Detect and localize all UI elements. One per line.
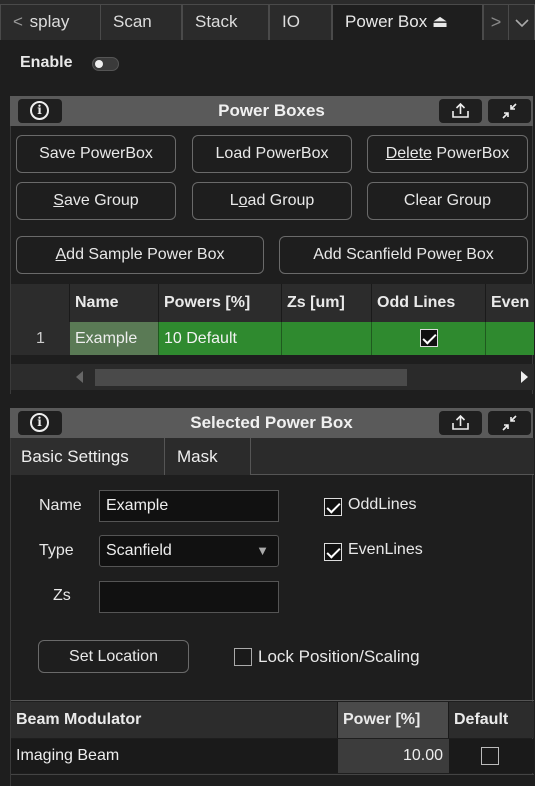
- export-button[interactable]: [439, 99, 482, 123]
- type-select-value: Scanfield: [106, 542, 172, 559]
- odd-lines-label: OddLines: [348, 496, 417, 513]
- cell-odd-lines[interactable]: [372, 322, 486, 355]
- export-button[interactable]: [439, 411, 482, 435]
- name-field[interactable]: Example: [99, 490, 279, 522]
- row-index: 1: [11, 322, 70, 355]
- even-lines-checkbox[interactable]: [324, 543, 342, 561]
- save-group-button[interactable]: Save Group: [16, 182, 176, 220]
- table-corner: [11, 284, 70, 322]
- selected-power-box-header: Selected Power Box i: [10, 408, 533, 438]
- column-header-name[interactable]: Name: [70, 284, 159, 322]
- add-scanfield-power-box-button[interactable]: Add Scanfield Power Box: [279, 236, 528, 274]
- beam-power-cell[interactable]: 10.00: [338, 739, 449, 773]
- set-location-button[interactable]: Set Location: [38, 640, 189, 673]
- lock-position-label: Lock Position/Scaling: [258, 647, 420, 666]
- collapse-button[interactable]: [488, 411, 531, 435]
- column-header-odd-lines[interactable]: Odd Lines: [372, 284, 486, 322]
- load-powerbox-button[interactable]: Load PowerBox: [192, 135, 352, 173]
- scrollbar-thumb[interactable]: [95, 369, 407, 386]
- info-icon: i: [30, 101, 49, 120]
- tab-scan[interactable]: Scan: [100, 4, 182, 40]
- column-header-power[interactable]: Power [%]: [338, 702, 449, 738]
- power-box-table: Name Powers [%] Zs [um] Odd Lines Even 1…: [11, 284, 534, 392]
- even-lines-label: EvenLines: [348, 541, 423, 558]
- tab-bar: < splay Scan Stack IO Power Box ⏏ >: [0, 0, 535, 40]
- tab-mask[interactable]: Mask: [165, 438, 251, 475]
- zs-field[interactable]: [99, 581, 279, 613]
- scroll-left-icon[interactable]: [76, 371, 83, 383]
- cell-zs[interactable]: [282, 322, 372, 355]
- cell-powers[interactable]: 10 Default: [159, 322, 282, 355]
- type-label: Type: [39, 542, 74, 559]
- info-button[interactable]: i: [18, 99, 62, 123]
- chevron-down-icon[interactable]: [508, 4, 535, 40]
- add-sample-power-box-button[interactable]: Add Sample Power Box: [16, 236, 264, 274]
- load-group-button[interactable]: Load Group: [192, 182, 352, 220]
- beam-name-cell: Imaging Beam: [11, 739, 338, 773]
- power-boxes-panel: Save PowerBox Load PowerBox Delete Power…: [10, 126, 534, 394]
- tab-display[interactable]: < splay: [0, 4, 101, 40]
- divider: [11, 700, 534, 701]
- table-footer: [11, 774, 534, 786]
- tab-stack[interactable]: Stack: [182, 4, 269, 40]
- tab-io[interactable]: IO: [269, 4, 332, 40]
- name-label: Name: [39, 497, 82, 514]
- column-header-beam-modulator[interactable]: Beam Modulator: [11, 702, 338, 738]
- info-button[interactable]: i: [18, 411, 62, 435]
- column-header-even[interactable]: Even: [486, 284, 534, 322]
- tab-basic-settings[interactable]: Basic Settings: [11, 438, 165, 475]
- tab-power-box[interactable]: Power Box ⏏: [332, 4, 483, 40]
- column-header-zs[interactable]: Zs [um]: [282, 284, 372, 322]
- collapse-icon: [502, 103, 517, 119]
- dropdown-arrow-icon: ▼: [256, 543, 269, 558]
- scroll-right-icon[interactable]: [521, 371, 528, 383]
- cell-name[interactable]: Example: [70, 322, 159, 355]
- beam-default-cell[interactable]: [449, 739, 534, 773]
- odd-lines-checkbox[interactable]: [324, 498, 342, 516]
- column-header-default[interactable]: Default: [449, 702, 534, 738]
- cell-even-lines[interactable]: [486, 322, 534, 355]
- column-header-powers[interactable]: Powers [%]: [159, 284, 282, 322]
- chevron-right-icon[interactable]: >: [483, 4, 509, 40]
- collapse-button[interactable]: [488, 99, 531, 123]
- lock-position-checkbox[interactable]: [234, 648, 252, 666]
- enable-label: Enable: [20, 54, 73, 71]
- delete-powerbox-button[interactable]: Delete PowerBox: [367, 135, 528, 173]
- info-icon: i: [30, 413, 49, 432]
- enable-toggle[interactable]: [92, 57, 119, 71]
- horizontal-scrollbar[interactable]: [70, 364, 534, 390]
- type-select[interactable]: Scanfield ▼: [99, 535, 279, 567]
- clear-group-button[interactable]: Clear Group: [367, 182, 528, 220]
- chevron-left-icon[interactable]: <: [13, 12, 23, 31]
- collapse-icon: [502, 415, 517, 431]
- export-icon: [452, 102, 469, 118]
- scrollbar-corner: [11, 364, 70, 390]
- default-checkbox[interactable]: [481, 747, 499, 765]
- zs-label: Zs: [53, 587, 71, 604]
- power-boxes-header: Power Boxes i: [10, 96, 533, 126]
- selected-power-box-panel: Basic Settings Mask Name Example Type Sc…: [10, 438, 534, 786]
- export-icon: [452, 414, 469, 430]
- eject-icon[interactable]: ⏏: [432, 12, 448, 31]
- odd-lines-checkbox[interactable]: [420, 329, 438, 347]
- save-powerbox-button[interactable]: Save PowerBox: [16, 135, 176, 173]
